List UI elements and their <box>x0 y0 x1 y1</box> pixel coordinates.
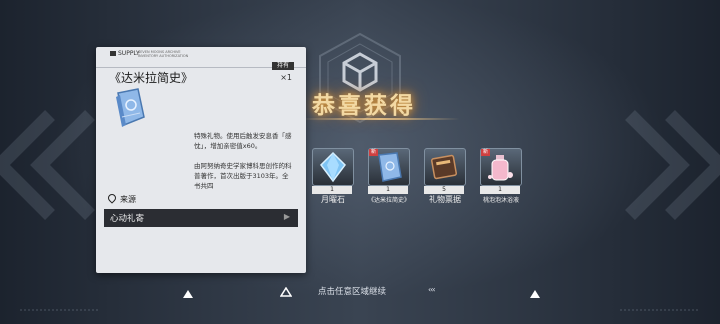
reward-item-moonstone[interactable]: 1 月曜石 <box>312 148 356 204</box>
source-heading: 来源 <box>106 192 136 205</box>
title-underline-glow <box>300 118 460 120</box>
reward-label: 桃泡泡沐浴液 <box>482 197 519 204</box>
reward-count: 1 <box>368 186 408 194</box>
left-chevron-decoration <box>0 110 95 220</box>
hollow-triangle-icon <box>280 287 292 297</box>
reward-frame: 新 <box>480 148 522 186</box>
ticket-icon <box>430 154 458 180</box>
owned-badge: 持有 <box>271 62 294 70</box>
source-item-label: 心动礼寄 <box>110 214 145 224</box>
new-badge: 新 <box>481 149 491 156</box>
supply-label: SUPPLY <box>118 50 140 57</box>
triangle-decoration-right <box>530 290 540 298</box>
triangle-decoration-left <box>183 290 193 298</box>
new-badge: 新 <box>369 149 379 156</box>
reward-count: 1 <box>312 186 352 194</box>
chevron-right-icon: ▶ <box>283 212 290 221</box>
item-lore: 由阿努纳奇史学家博科思创作的科普著作，首次出版于3103年。全书共四 <box>194 162 292 190</box>
source-link-row[interactable]: 心动礼寄 ▶ <box>104 209 298 227</box>
book-icon <box>116 88 145 127</box>
supply-tag: SUPPLY <box>110 50 140 57</box>
reward-count: 5 <box>424 186 464 194</box>
reward-frame: 新 <box>368 148 410 186</box>
right-chevron-decoration <box>625 110 720 220</box>
fine-print: SEVEN MOONS ARCHIVE INVENTORY AUTHORIZAT… <box>138 50 189 58</box>
reward-frame <box>312 148 354 186</box>
crystal-icon <box>320 151 346 183</box>
supply-box-icon <box>110 51 116 56</box>
item-name: 《达米拉简史》 <box>109 71 194 85</box>
reward-frame <box>424 148 466 186</box>
corner-decoration-right <box>620 309 700 311</box>
reward-count: 1 <box>480 186 520 194</box>
source-heading-text: 来源 <box>120 195 136 204</box>
reward-title: 恭喜获得 <box>312 93 416 119</box>
reward-item-body-wash[interactable]: 新 1 桃泡泡沐浴液 <box>480 148 524 204</box>
item-quantity: ×1 <box>280 73 292 82</box>
continue-hint[interactable]: 点击任意区域继续 <box>318 285 386 297</box>
skip-arrows-icon[interactable]: ‹‹‹ <box>428 285 436 294</box>
location-pin-icon <box>106 192 118 204</box>
reward-item-gift-ticket[interactable]: 5 礼物票据 <box>424 148 468 204</box>
item-detail-card: SUPPLY SEVEN MOONS ARCHIVE INVENTORY AUT… <box>96 47 306 273</box>
reward-item-book[interactable]: 新 1 《达米拉简史》 <box>368 148 412 204</box>
corner-decoration-left <box>20 309 100 311</box>
item-description: 特殊礼物。使用后触发安息香「感忱」，增加亲密值x60。 <box>194 132 292 150</box>
